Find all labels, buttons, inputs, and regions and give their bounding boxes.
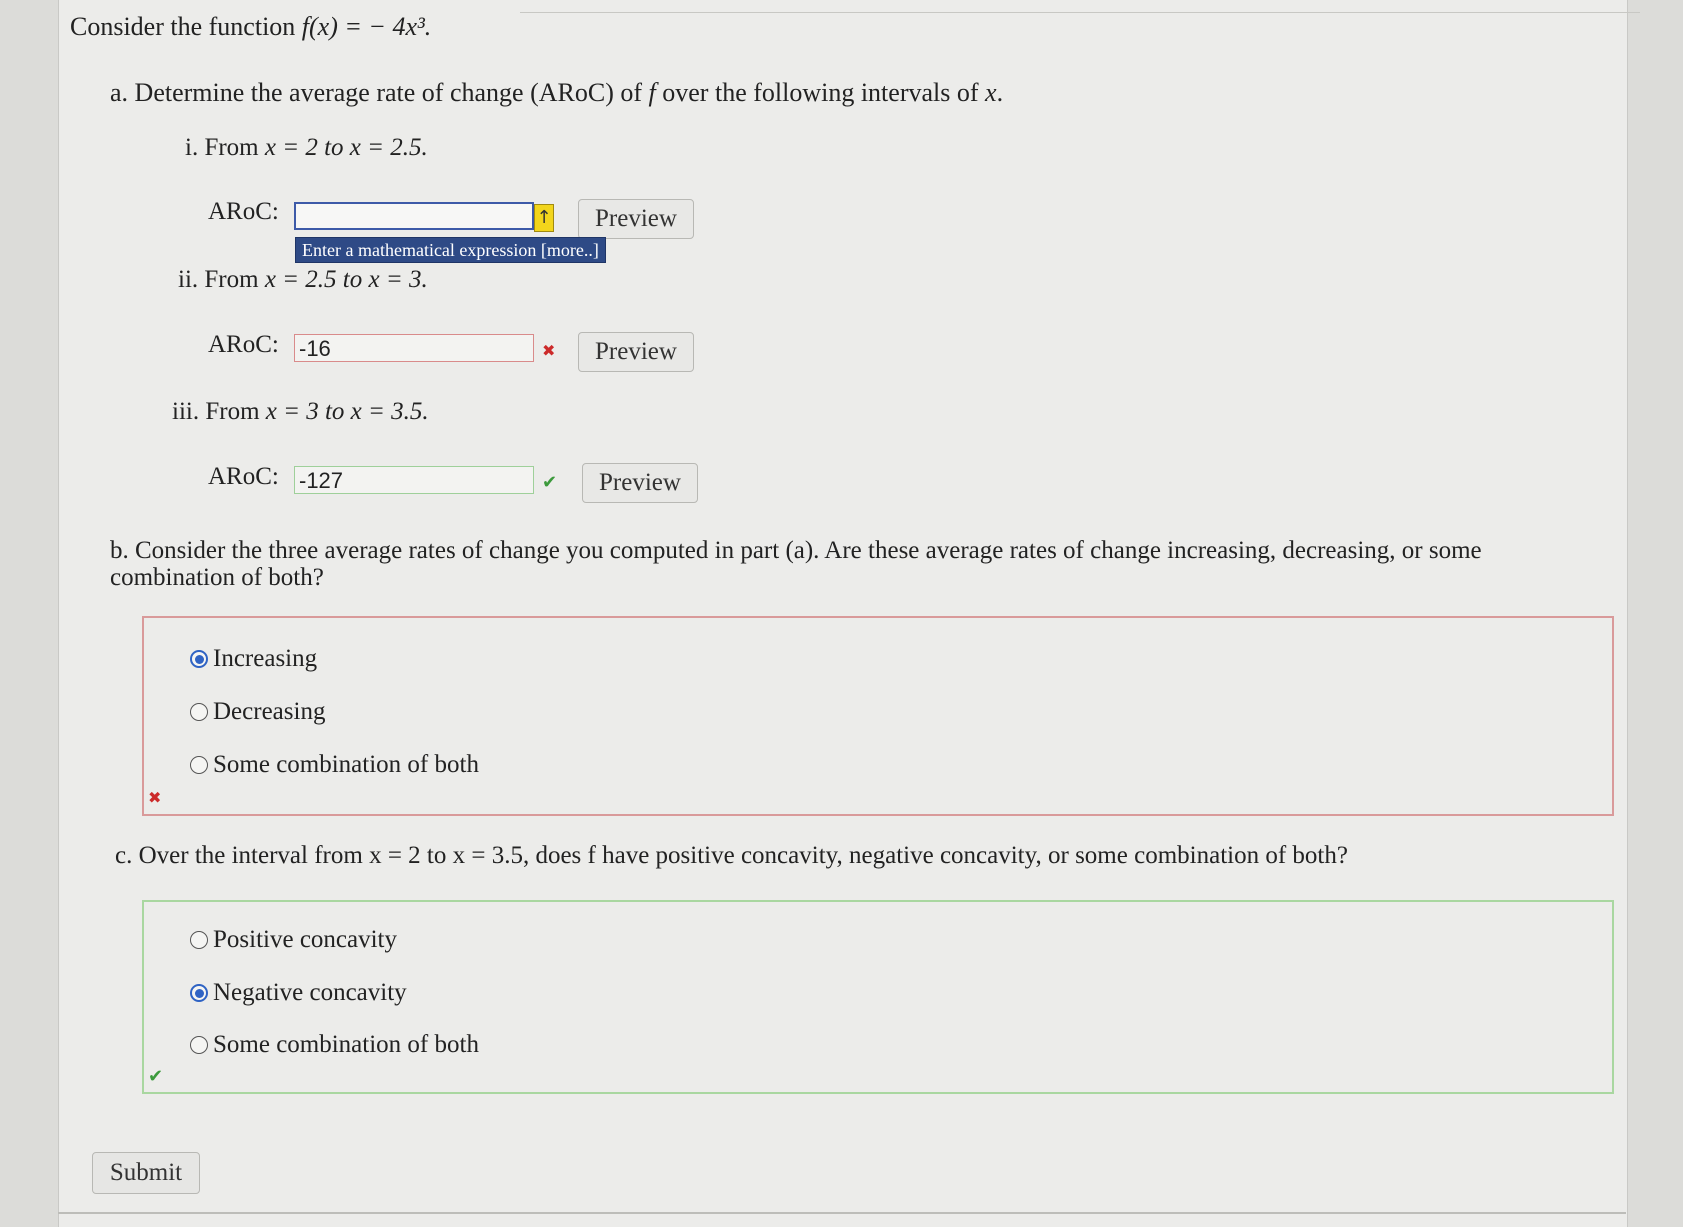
aroc-label-iii: ARoC:	[208, 463, 279, 490]
preview-button-i[interactable]: Preview	[578, 199, 694, 239]
option-label: Increasing	[213, 645, 318, 672]
option-some-combination-c[interactable]: Some combination of both	[190, 1031, 479, 1059]
intro-prefix: Consider the function	[70, 12, 302, 41]
part-b-question: b. Consider the three average rates of c…	[110, 537, 1482, 591]
part-b-answer-box	[142, 616, 1614, 816]
option-increasing[interactable]: Increasing	[190, 645, 317, 673]
submit-button[interactable]: Submit	[92, 1152, 200, 1194]
option-label: Negative concavity	[213, 979, 407, 1006]
option-decreasing[interactable]: Decreasing	[190, 698, 325, 726]
function-expression: f(x) = − 4x³.	[301, 12, 432, 41]
radio-icon[interactable]	[190, 756, 208, 774]
correct-icon: ✔	[542, 472, 558, 493]
interval-ii: ii. From x = 2.5 to x = 3.	[178, 266, 428, 294]
aroc-label-i: ARoC:	[208, 198, 279, 225]
option-label: Decreasing	[213, 698, 326, 725]
option-label: Some combination of both	[213, 751, 479, 778]
correct-icon: ✔	[148, 1066, 164, 1087]
aroc-input-i[interactable]	[294, 202, 534, 230]
radio-selected-icon[interactable]	[190, 984, 208, 1002]
part-a-label: a. Determine the average rate of change …	[110, 78, 649, 107]
interval-ii-label: ii. From	[178, 266, 265, 293]
up-arrow-icon[interactable]: ↑	[534, 204, 554, 232]
part-a-question: a. Determine the average rate of change …	[110, 78, 1003, 108]
option-label: Positive concavity	[213, 926, 397, 953]
aroc-input-iii[interactable]: -127	[294, 466, 534, 494]
radio-icon[interactable]	[190, 931, 208, 949]
interval-iii-label: iii. From	[172, 398, 266, 425]
interval-ii-math: x = 2.5 to x = 3.	[264, 266, 428, 293]
part-a-suffix: over the following intervals of	[655, 78, 986, 107]
part-a-x: x	[985, 78, 997, 107]
radio-icon[interactable]	[190, 1036, 208, 1054]
input-hint-tooltip[interactable]: Enter a mathematical expression [more..]	[295, 237, 606, 263]
part-a-f: f	[648, 78, 656, 107]
option-negative-concavity[interactable]: Negative concavity	[190, 979, 407, 1007]
option-label: Some combination of both	[213, 1031, 479, 1058]
incorrect-icon: ✖	[542, 341, 556, 360]
incorrect-icon: ✖	[148, 788, 162, 807]
interval-i-math: x = 2 to x = 2.5.	[264, 134, 428, 161]
radio-selected-icon[interactable]	[190, 650, 208, 668]
divider	[520, 12, 1640, 13]
aroc-input-ii[interactable]: -16	[294, 334, 534, 362]
preview-button-ii[interactable]: Preview	[578, 332, 694, 372]
option-positive-concavity[interactable]: Positive concavity	[190, 926, 397, 954]
option-some-combination-b[interactable]: Some combination of both	[190, 751, 479, 779]
part-c-question: c. Over the interval from x = 2 to x = 3…	[115, 842, 1348, 869]
divider	[58, 1212, 1626, 1214]
function-statement: Consider the function f(x) = − 4x³.	[70, 12, 431, 42]
interval-i: i. From x = 2 to x = 2.5.	[185, 134, 428, 162]
interval-iii-math: x = 3 to x = 3.5.	[265, 398, 429, 425]
part-a-end: .	[996, 78, 1004, 107]
aroc-label-ii: ARoC:	[208, 331, 279, 358]
interval-i-label: i. From	[185, 134, 265, 161]
radio-icon[interactable]	[190, 703, 208, 721]
interval-iii: iii. From x = 3 to x = 3.5.	[172, 398, 429, 426]
preview-button-iii[interactable]: Preview	[582, 463, 698, 503]
